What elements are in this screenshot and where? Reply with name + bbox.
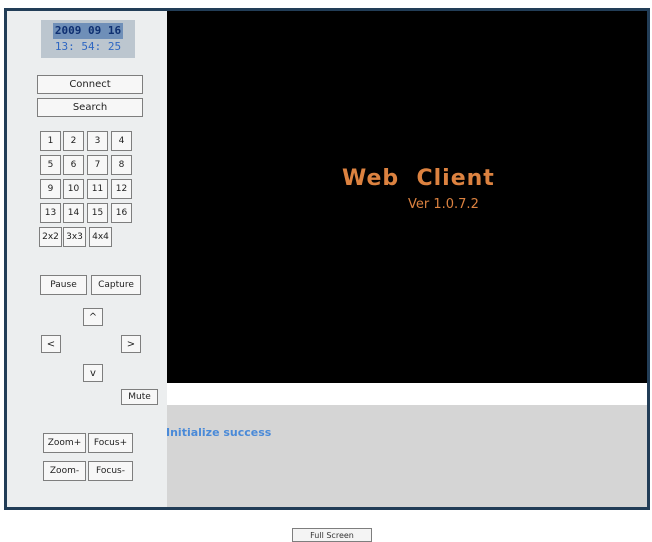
channel-button[interactable]: 4: [111, 131, 132, 151]
channel-button[interactable]: 13: [40, 203, 61, 223]
channel-button[interactable]: 6: [63, 155, 84, 175]
layout-button[interactable]: 3x3: [63, 227, 86, 247]
channel-button[interactable]: 10: [63, 179, 84, 199]
mute-button[interactable]: Mute: [121, 389, 158, 405]
channel-button[interactable]: 1: [40, 131, 61, 151]
ptz-right-button[interactable]: >: [121, 335, 141, 353]
channel-button[interactable]: 14: [63, 203, 84, 223]
channel-button[interactable]: 12: [111, 179, 132, 199]
focus-in-button[interactable]: Focus+: [88, 433, 133, 453]
control-sidebar: 2009 09 16 13: 54: 25 Connect Search 123…: [7, 11, 167, 507]
channel-button[interactable]: 15: [87, 203, 108, 223]
layout-button[interactable]: 2x2: [39, 227, 62, 247]
time-label: 13: 54: 25: [54, 40, 122, 53]
date-label: 2009 09 16: [52, 23, 124, 39]
date-time-display: 2009 09 16 13: 54: 25: [41, 20, 135, 58]
video-viewport[interactable]: [167, 11, 647, 383]
status-log-panel: [167, 405, 647, 507]
search-button[interactable]: Search: [37, 98, 143, 117]
status-message: Initialize success: [166, 426, 272, 439]
pause-button[interactable]: Pause: [40, 275, 87, 295]
channel-button[interactable]: 7: [87, 155, 108, 175]
focus-out-button[interactable]: Focus-: [88, 461, 133, 481]
channel-button[interactable]: 2: [63, 131, 84, 151]
channel-button[interactable]: 16: [111, 203, 132, 223]
channel-button[interactable]: 9: [40, 179, 61, 199]
client-title: Web Client: [342, 166, 495, 191]
zoom-in-button[interactable]: Zoom+: [43, 433, 86, 453]
channel-button[interactable]: 8: [111, 155, 132, 175]
zoom-out-button[interactable]: Zoom-: [43, 461, 86, 481]
version-label: Ver 1.0.7.2: [408, 197, 479, 212]
video-divider: [167, 383, 647, 405]
app-window: 2009 09 16 13: 54: 25 Connect Search 123…: [4, 8, 650, 510]
channel-button[interactable]: 5: [40, 155, 61, 175]
ptz-down-button[interactable]: v: [83, 364, 103, 382]
ptz-up-button[interactable]: ^: [83, 308, 103, 326]
connect-button[interactable]: Connect: [37, 75, 143, 94]
ptz-left-button[interactable]: <: [41, 335, 61, 353]
capture-button[interactable]: Capture: [91, 275, 141, 295]
channel-button[interactable]: 11: [87, 179, 108, 199]
channel-button[interactable]: 3: [87, 131, 108, 151]
layout-button[interactable]: 4x4: [89, 227, 112, 247]
